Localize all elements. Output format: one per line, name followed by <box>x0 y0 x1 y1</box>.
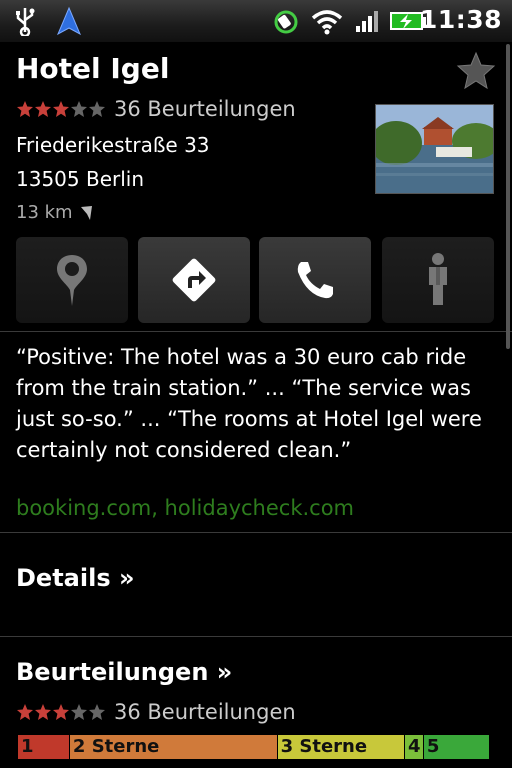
star-filled-icon <box>53 101 69 117</box>
star-filled-icon <box>35 704 51 720</box>
scrollbar[interactable] <box>506 44 510 349</box>
rating-stars-icon <box>17 101 105 117</box>
distance: 13 km <box>16 202 93 223</box>
clock: 11:38 <box>419 5 502 34</box>
distribution-segment: 5 <box>423 735 490 759</box>
distance-value: 13 km <box>16 202 73 223</box>
star-empty-icon <box>71 101 87 117</box>
directions-action-button[interactable] <box>138 237 250 323</box>
address-street: Friederikestraße 33 <box>16 133 210 157</box>
hotel-photo-image <box>376 105 493 193</box>
distribution-segment: 2 Sterne <box>69 735 278 759</box>
usb-icon <box>16 8 35 36</box>
favorite-star-icon[interactable] <box>456 50 496 90</box>
divider <box>0 636 512 637</box>
star-empty-icon <box>89 704 105 720</box>
rating-row[interactable]: 36 Beurteilungen <box>16 97 296 121</box>
pegman-icon <box>429 253 447 305</box>
status-bar: 11:38 <box>0 0 512 43</box>
star-empty-icon <box>71 704 87 720</box>
reviews-count: 36 Beurteilungen <box>114 700 296 724</box>
streetview-action-button[interactable] <box>382 237 494 323</box>
star-filled-icon <box>17 101 33 117</box>
reviews-section-link[interactable]: Beurteilungen » <box>16 658 232 686</box>
divider <box>0 331 512 332</box>
action-bar <box>16 237 496 323</box>
signal-icon <box>356 11 378 32</box>
reviews-rating-row: 36 Beurteilungen <box>16 700 296 724</box>
details-link[interactable]: Details » <box>16 564 134 592</box>
star-filled-icon <box>17 704 33 720</box>
distribution-segment: 3 Sterne <box>277 735 406 759</box>
star-filled-icon <box>35 101 51 117</box>
address-city: 13505 Berlin <box>16 167 145 191</box>
rating-distribution-bar: 12 Sterne 3 Sterne 4 5 <box>18 735 490 759</box>
map-pin-icon <box>57 255 87 306</box>
distribution-segment: 1 <box>18 735 70 759</box>
wifi-icon <box>311 10 343 35</box>
distribution-segment: 4 <box>405 735 424 759</box>
directions-icon <box>172 258 216 302</box>
navigation-icon <box>56 6 82 36</box>
call-action-button[interactable] <box>259 237 371 323</box>
hotel-photo[interactable] <box>375 104 494 194</box>
place-title: Hotel Igel <box>16 52 170 85</box>
star-empty-icon <box>89 101 105 117</box>
star-filled-icon <box>53 704 69 720</box>
review-snippet: “Positive: The hotel was a 30 euro cab r… <box>16 345 482 462</box>
review-sources-link[interactable]: booking.com, holidaycheck.com <box>16 496 354 520</box>
review-count: 36 Beurteilungen <box>114 97 296 121</box>
phone-icon <box>297 262 333 299</box>
direction-arrow-icon <box>80 205 92 220</box>
sync-icon <box>274 10 298 34</box>
map-action-button[interactable] <box>16 237 128 323</box>
rating-stars-icon <box>17 704 105 720</box>
divider <box>0 532 512 533</box>
